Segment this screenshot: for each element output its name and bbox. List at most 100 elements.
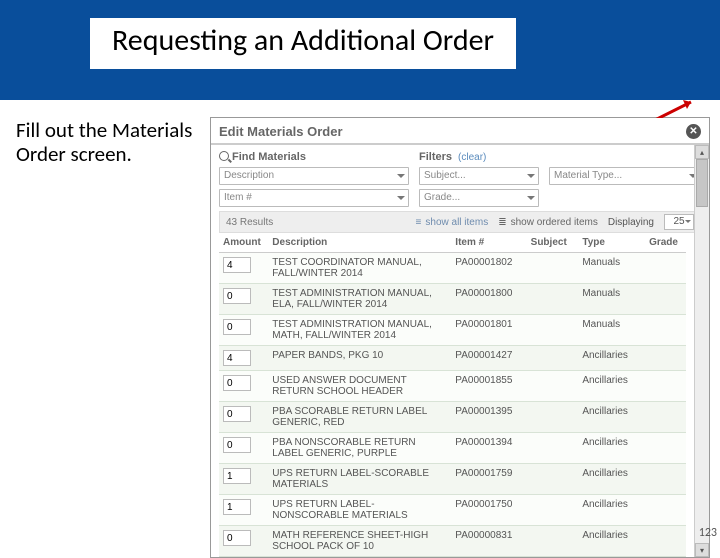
cell-grade <box>645 433 686 464</box>
item-number-input[interactable]: Item # <box>219 189 409 207</box>
cell-grade <box>645 284 686 315</box>
cell-type: Ancillaries <box>578 371 645 402</box>
scroll-up-button[interactable]: ▴ <box>695 145 709 159</box>
cell-subject <box>527 495 579 526</box>
amount-input[interactable] <box>223 530 251 546</box>
material-type-select[interactable]: Material Type... <box>549 167 701 185</box>
materials-table: Amount Description Item # Subject Type G… <box>219 233 686 557</box>
search-icon <box>219 151 229 161</box>
cell-subject <box>527 526 579 557</box>
results-count: 43 Results <box>226 217 273 228</box>
cell-description: TEST ADMINISTRATION MANUAL, ELA, FALL/WI… <box>268 284 451 315</box>
cell-item: PA00001802 <box>451 253 526 284</box>
list-icon: ≣ <box>498 217 506 228</box>
col-type[interactable]: Type <box>578 233 645 253</box>
table-row: TEST ADMINISTRATION MANUAL, ELA, FALL/WI… <box>219 284 686 315</box>
find-materials-heading: Find Materials <box>219 151 306 163</box>
slide-title: Requesting an Additional Order <box>90 18 516 69</box>
cell-item: PA00001801 <box>451 315 526 346</box>
scroll-track[interactable] <box>695 159 709 543</box>
subject-select[interactable]: Subject... <box>419 167 539 185</box>
cell-grade <box>645 253 686 284</box>
cell-item: PA00001395 <box>451 402 526 433</box>
cell-type: Ancillaries <box>578 526 645 557</box>
cell-grade <box>645 526 686 557</box>
table-row: MATH REFERENCE SHEET-HIGH SCHOOL PACK OF… <box>219 526 686 557</box>
table-row: PBA NONSCORABLE RETURN LABEL GENERIC, PU… <box>219 433 686 464</box>
col-description[interactable]: Description <box>268 233 451 253</box>
cell-description: TEST ADMINISTRATION MANUAL, MATH, FALL/W… <box>268 315 451 346</box>
slide-instruction: Fill out the Materials Order screen. <box>16 118 196 166</box>
amount-input[interactable] <box>223 406 251 422</box>
table-row: UPS RETURN LABEL-NONSCORABLE MATERIALSPA… <box>219 495 686 526</box>
cell-type: Ancillaries <box>578 495 645 526</box>
table-row: USED ANSWER DOCUMENT RETURN SCHOOL HEADE… <box>219 371 686 402</box>
amount-input[interactable] <box>223 319 251 335</box>
scroll-down-button[interactable]: ▾ <box>695 543 709 557</box>
cell-subject <box>527 371 579 402</box>
col-grade[interactable]: Grade <box>645 233 686 253</box>
cell-description: UPS RETURN LABEL-SCORABLE MATERIALS <box>268 464 451 495</box>
page-size-select[interactable]: 25 <box>664 214 694 230</box>
cell-item: PA00001855 <box>451 371 526 402</box>
list-icon: ≡ <box>416 217 422 228</box>
amount-input[interactable] <box>223 350 251 366</box>
amount-input[interactable] <box>223 375 251 391</box>
cell-type: Manuals <box>578 315 645 346</box>
cell-type: Ancillaries <box>578 402 645 433</box>
edit-materials-dialog: Edit Materials Order ✕ Find Materials Fi… <box>210 117 710 558</box>
grade-select[interactable]: Grade... <box>419 189 539 207</box>
table-row: PAPER BANDS, PKG 10PA00001427Ancillaries <box>219 346 686 371</box>
col-amount[interactable]: Amount <box>219 233 268 253</box>
filters-heading: Filters (clear) <box>419 151 701 163</box>
show-all-items-toggle[interactable]: ≡show all items <box>416 217 489 228</box>
cell-item: PA00001759 <box>451 464 526 495</box>
cell-subject <box>527 464 579 495</box>
amount-input[interactable] <box>223 257 251 273</box>
cell-description: TEST COORDINATOR MANUAL, FALL/WINTER 201… <box>268 253 451 284</box>
amount-input[interactable] <box>223 288 251 304</box>
cell-type: Manuals <box>578 284 645 315</box>
filters-clear-link[interactable]: (clear) <box>458 152 486 163</box>
cell-description: UPS RETURN LABEL-NONSCORABLE MATERIALS <box>268 495 451 526</box>
cell-subject <box>527 346 579 371</box>
cell-item: PA00001427 <box>451 346 526 371</box>
cell-item: PA00001394 <box>451 433 526 464</box>
dialog-body: Find Materials Filters (clear) Descripti… <box>211 145 709 557</box>
scroll-thumb[interactable] <box>696 159 708 207</box>
col-item[interactable]: Item # <box>451 233 526 253</box>
dialog-header: Edit Materials Order ✕ <box>211 118 709 145</box>
cell-grade <box>645 371 686 402</box>
slide-page-number: 123 <box>699 526 717 540</box>
cell-description: PBA SCORABLE RETURN LABEL GENERIC, RED <box>268 402 451 433</box>
amount-input[interactable] <box>223 499 251 515</box>
slide-banner: Requesting an Additional Order <box>0 0 720 100</box>
dialog-title: Edit Materials Order <box>219 124 343 139</box>
cell-type: Ancillaries <box>578 346 645 371</box>
cell-subject <box>527 253 579 284</box>
scrollbar[interactable]: ▴ ▾ <box>694 145 709 557</box>
cell-description: USED ANSWER DOCUMENT RETURN SCHOOL HEADE… <box>268 371 451 402</box>
amount-input[interactable] <box>223 468 251 484</box>
show-ordered-items-toggle[interactable]: ≣show ordered items <box>498 217 598 228</box>
cell-subject <box>527 284 579 315</box>
close-icon[interactable]: ✕ <box>686 124 701 139</box>
col-subject[interactable]: Subject <box>527 233 579 253</box>
cell-type: Manuals <box>578 253 645 284</box>
results-toolbar: 43 Results ≡show all items ≣show ordered… <box>219 211 701 233</box>
amount-input[interactable] <box>223 437 251 453</box>
table-row: TEST COORDINATOR MANUAL, FALL/WINTER 201… <box>219 253 686 284</box>
cell-grade <box>645 315 686 346</box>
cell-subject <box>527 433 579 464</box>
cell-grade <box>645 346 686 371</box>
table-header-row: Amount Description Item # Subject Type G… <box>219 233 686 253</box>
cell-type: Ancillaries <box>578 464 645 495</box>
cell-grade <box>645 464 686 495</box>
cell-grade <box>645 402 686 433</box>
description-input[interactable]: Description <box>219 167 409 185</box>
table-row: UPS RETURN LABEL-SCORABLE MATERIALSPA000… <box>219 464 686 495</box>
cell-description: PBA NONSCORABLE RETURN LABEL GENERIC, PU… <box>268 433 451 464</box>
table-row: TEST ADMINISTRATION MANUAL, MATH, FALL/W… <box>219 315 686 346</box>
cell-grade <box>645 495 686 526</box>
cell-description: MATH REFERENCE SHEET-HIGH SCHOOL PACK OF… <box>268 526 451 557</box>
